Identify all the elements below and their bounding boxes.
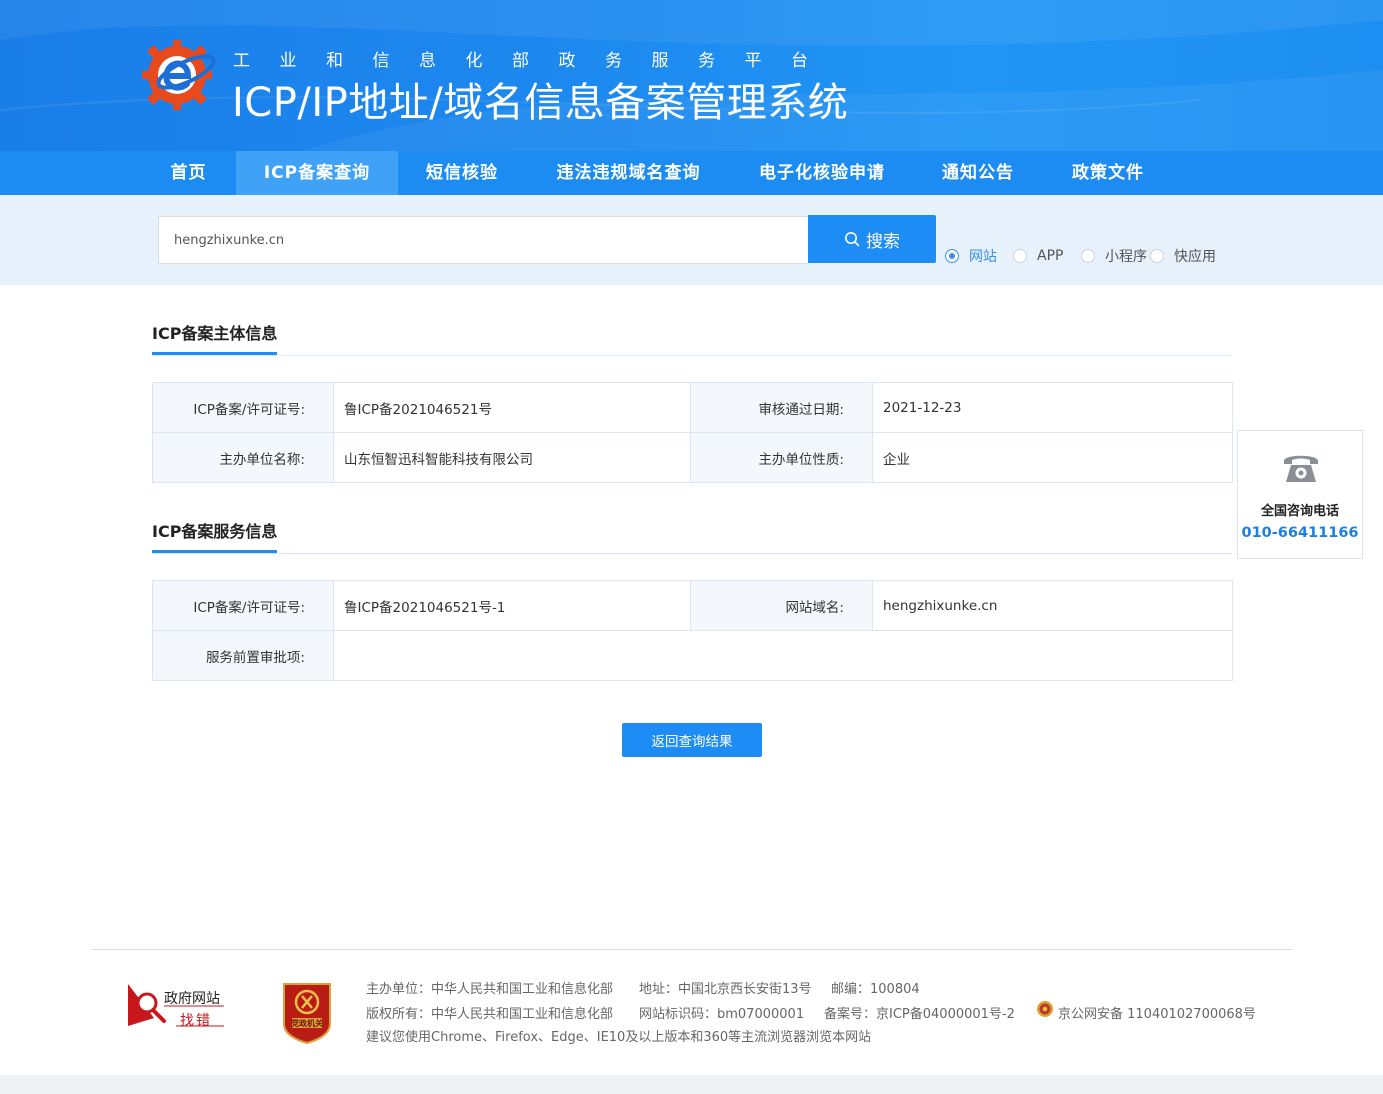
- telephone-icon: [1284, 455, 1318, 482]
- contact-widget[interactable]: 全国咨询电话 010-66411166: [1237, 430, 1363, 559]
- subject-section-title: ICP备案主体信息: [152, 320, 278, 355]
- badge-text-find-error: 找错: [180, 1013, 212, 1029]
- radio-dot: [1013, 249, 1027, 263]
- site-header: 工业和信息化部政务服务平台 ICP/IP地址/域名信息备案管理系统: [0, 0, 1383, 151]
- party-gov-emblem-icon: [283, 983, 331, 1044]
- nav-item-policy-documents[interactable]: 政策文件: [1043, 151, 1173, 195]
- radio-label: 小程序: [1105, 249, 1147, 265]
- value-approval-date: 2021-12-23: [872, 382, 1233, 433]
- radio-label: 快应用: [1174, 249, 1216, 265]
- main-nav: 首页 ICP备案查询 短信核验 违法违规域名查询 电子化核验申请 通知公告 政策…: [0, 151, 1383, 195]
- radio-label: 网站: [969, 249, 997, 265]
- label-website-domain: 网站域名:: [690, 580, 873, 631]
- section-divider: [152, 355, 1232, 356]
- nav-item-announcements[interactable]: 通知公告: [913, 151, 1043, 195]
- footer-address: 地址：中国北京西长安街13号: [639, 982, 812, 997]
- label-license-number: ICP备案/许可证号:: [152, 382, 334, 433]
- table-row: 主办单位名称: 山东恒智迅科智能科技有限公司 主办单位性质: 企业: [152, 432, 1233, 483]
- search-button[interactable]: 搜索: [808, 215, 936, 263]
- header-title: ICP/IP地址/域名信息备案管理系统: [232, 80, 849, 126]
- label-approval-date: 审核通过日期:: [690, 382, 873, 433]
- footer-police-record-link[interactable]: 京公网安备 11040102700068号: [1058, 1003, 1256, 1022]
- table-row: ICP备案/许可证号: 鲁ICP备2021046521号-1 网站域名: hen…: [152, 580, 1233, 631]
- footer-host: 主办单位：中华人民共和国工业和信息化部: [366, 982, 614, 997]
- label-organizer-type: 主办单位性质:: [690, 432, 873, 483]
- service-section-title: ICP备案服务信息: [152, 518, 278, 553]
- site-logo[interactable]: [140, 38, 218, 112]
- footer-divider: [91, 949, 1293, 950]
- label-service-license-number: ICP备案/许可证号:: [152, 580, 334, 631]
- table-row: ICP备案/许可证号: 鲁ICP备2021046521号 审核通过日期: 202…: [152, 382, 1233, 433]
- back-to-results-button[interactable]: 返回查询结果: [622, 723, 762, 757]
- footer-copyright: 版权所有：中华人民共和国工业和信息化部: [366, 1007, 614, 1022]
- footer-icp-link[interactable]: 备案号：京ICP备04000001号-2: [824, 1003, 1015, 1022]
- bottom-strip: [0, 1075, 1383, 1094]
- value-website-domain: hengzhixunke.cn: [872, 580, 1233, 631]
- party-gov-badge[interactable]: 党政机关: [280, 980, 334, 1044]
- radio-label: APP: [1037, 248, 1064, 264]
- section-divider: [152, 553, 1232, 554]
- badge-text-gov-site: 政府网站: [164, 991, 220, 1007]
- badge-text-party-gov: 党政机关: [291, 1019, 323, 1028]
- search-input[interactable]: [158, 216, 808, 264]
- value-organizer-name: 山东恒智迅科智能科技有限公司: [333, 432, 691, 483]
- radio-dot: [945, 249, 959, 263]
- radio-website[interactable]: 网站: [945, 247, 997, 265]
- footer-site-id: 网站标识码：bm07000001: [639, 1007, 805, 1022]
- search-button-label: 搜索: [866, 231, 900, 252]
- radio-mini-program[interactable]: 小程序: [1081, 247, 1147, 265]
- value-organizer-type: 企业: [872, 432, 1233, 483]
- header-subtitle: 工业和信息化部政务服务平台: [233, 51, 838, 71]
- label-organizer-name: 主办单位名称:: [152, 432, 334, 483]
- footer-browser-notice: 建议您使用Chrome、Firefox、Edge、IE10及以上版本和360等主…: [366, 1030, 872, 1045]
- value-license-number: 鲁ICP备2021046521号: [333, 382, 691, 433]
- radio-quick-app[interactable]: 快应用: [1150, 247, 1216, 265]
- contact-number: 010-66411166: [1241, 525, 1359, 541]
- radio-dot: [1150, 249, 1164, 263]
- footer-postcode: 邮编：100804: [831, 982, 920, 997]
- gov-site-error-report-badge[interactable]: 政府网站 找错: [128, 984, 228, 1030]
- nav-item-electronic-verify[interactable]: 电子化核验申请: [731, 151, 913, 195]
- label-pre-approval: 服务前置审批项:: [152, 630, 334, 681]
- search-icon: [845, 232, 860, 247]
- contact-label: 全国咨询电话: [1260, 504, 1339, 519]
- service-info-table: ICP备案/许可证号: 鲁ICP备2021046521号-1 网站域名: hen…: [152, 580, 1233, 681]
- table-row: 服务前置审批项:: [152, 630, 1233, 681]
- nav-item-illegal-domain-query[interactable]: 违法违规域名查询: [526, 151, 731, 195]
- value-pre-approval: [333, 630, 1233, 681]
- value-service-license-number: 鲁ICP备2021046521号-1: [333, 580, 691, 631]
- nav-item-home[interactable]: 首页: [141, 151, 236, 195]
- subject-info-table: ICP备案/许可证号: 鲁ICP备2021046521号 审核通过日期: 202…: [152, 382, 1233, 483]
- radio-app[interactable]: APP: [1013, 247, 1063, 265]
- nav-item-icp-query[interactable]: ICP备案查询: [236, 151, 398, 195]
- nav-item-sms-verify[interactable]: 短信核验: [398, 151, 526, 195]
- police-badge-icon: [1037, 1001, 1053, 1017]
- radio-dot: [1081, 249, 1095, 263]
